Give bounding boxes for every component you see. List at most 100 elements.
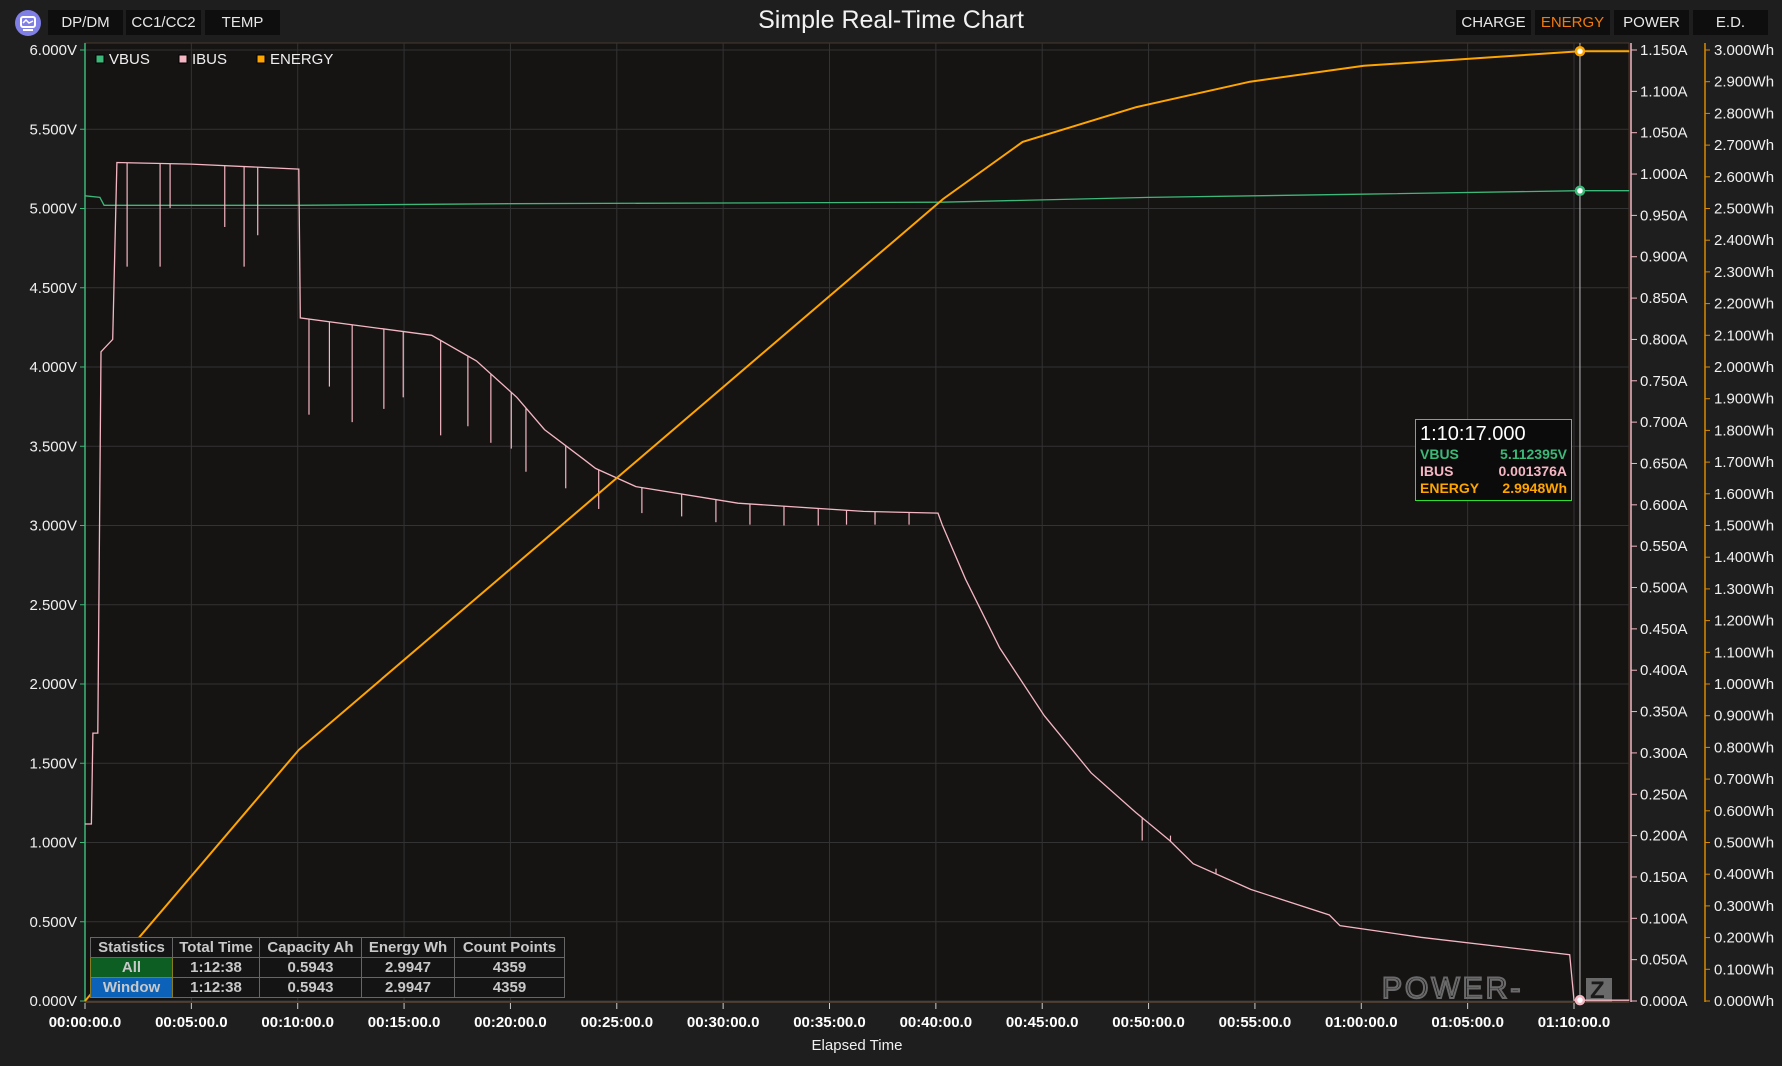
x-tick-label: 01:05:00.0 xyxy=(1431,1014,1504,1031)
y-tick-label: 3.000Wh xyxy=(1714,42,1774,59)
y-tick-label: 3.000V xyxy=(29,518,77,535)
y-tick-label: 2.600Wh xyxy=(1714,169,1774,186)
x-tick-label: 00:20:00.0 xyxy=(474,1014,547,1031)
y-tick-label: 0.250A xyxy=(1640,786,1688,803)
x-tick-label: 00:15:00.0 xyxy=(368,1014,441,1031)
x-tick-label: 00:00:00.0 xyxy=(49,1014,122,1031)
x-tick-label: 01:10:00.0 xyxy=(1538,1014,1611,1031)
stats-cell: 2.9947 xyxy=(361,957,455,978)
y-tick-label: 5.000V xyxy=(29,201,77,218)
tooltip-vbus-label: VBUS xyxy=(1420,446,1459,462)
y-tick-label: 0.300A xyxy=(1640,745,1688,762)
x-tick-label: 00:40:00.0 xyxy=(900,1014,973,1031)
y-tick-label: 2.700Wh xyxy=(1714,137,1774,154)
legend-swatch-energy xyxy=(256,54,266,64)
y-tick-label: 1.400Wh xyxy=(1714,549,1774,566)
tab-energy[interactable]: ENERGY xyxy=(1535,10,1610,35)
stats-cell: 2.9947 xyxy=(361,977,455,998)
stats-row-window: Window 1:12:38 0.5943 2.9947 4359 xyxy=(90,977,565,998)
y-tick-label: 0.000Wh xyxy=(1714,993,1774,1010)
y-tick-label: 0.700Wh xyxy=(1714,771,1774,788)
y-tick-label: 0.550A xyxy=(1640,538,1688,555)
x-tick-label: 00:05:00.0 xyxy=(155,1014,228,1031)
stats-cell: 4359 xyxy=(454,957,565,978)
y-tick-label: 1.200Wh xyxy=(1714,613,1774,630)
legend-label-vbus: VBUS xyxy=(109,51,150,68)
y-tick-label: 1.050A xyxy=(1640,125,1688,142)
real-time-chart[interactable]: 0.000V 0.500V 1.000V 1.500V 2.000V 2.500V 3.00… xyxy=(0,0,1782,1066)
stats-cell: 1:12:38 xyxy=(172,957,260,978)
y-tick-label: 0.950A xyxy=(1640,207,1688,224)
y-tick-label: 1.100Wh xyxy=(1714,644,1774,661)
y-tick-label: 2.900Wh xyxy=(1714,74,1774,91)
y-tick-label: 2.800Wh xyxy=(1714,105,1774,122)
stats-cell: 4359 xyxy=(454,977,565,998)
y-tick-label: 0.900A xyxy=(1640,249,1688,266)
y-tick-label: 0.650A xyxy=(1640,455,1688,472)
y-tick-label: 0.100A xyxy=(1640,910,1688,927)
stats-header: Statistics xyxy=(90,937,173,958)
y-tick-label: 0.500A xyxy=(1640,580,1688,597)
y-tick-label: 2.500Wh xyxy=(1714,201,1774,218)
y-tick-label: 0.500Wh xyxy=(1714,835,1774,852)
y-tick-label: 2.300Wh xyxy=(1714,264,1774,281)
y-tick-label: 0.800Wh xyxy=(1714,739,1774,756)
x-tick-label: 00:35:00.0 xyxy=(793,1014,866,1031)
stats-header: Count Points xyxy=(454,937,565,958)
x-tick-label: 00:30:00.0 xyxy=(687,1014,760,1031)
y-tick-label: 0.500V xyxy=(29,914,77,931)
stats-header: Total Time xyxy=(172,937,260,958)
y-tick-label: 1.600Wh xyxy=(1714,486,1774,503)
legend-label-ibus: IBUS xyxy=(192,51,227,68)
x-tick-label: 00:25:00.0 xyxy=(581,1014,654,1031)
tab-cc1-cc2[interactable]: CC1/CC2 xyxy=(126,10,201,35)
x-axis-label: Elapsed Time xyxy=(812,1037,903,1054)
y-tick-label: 0.300Wh xyxy=(1714,898,1774,915)
y-tick-label: 2.400Wh xyxy=(1714,232,1774,249)
tooltip-ibus-label: IBUS xyxy=(1420,463,1454,479)
y-tick-label: 1.500V xyxy=(29,755,77,772)
tab-power[interactable]: POWER xyxy=(1614,10,1689,35)
x-tick-label: 00:55:00.0 xyxy=(1219,1014,1292,1031)
stats-cell: 0.5943 xyxy=(259,977,362,998)
tab-ed[interactable]: E.D. xyxy=(1693,10,1768,35)
y-tick-label: 0.700A xyxy=(1640,414,1688,431)
y-tick-label: 0.600A xyxy=(1640,497,1688,514)
y-tick-label: 0.200Wh xyxy=(1714,930,1774,947)
y-tick-label: 1.700Wh xyxy=(1714,454,1774,471)
stats-cell[interactable]: Window xyxy=(90,977,173,998)
y-tick-label: 0.000A xyxy=(1640,993,1688,1010)
y-tick-label: 0.450A xyxy=(1640,621,1688,638)
y-tick-label: 3.500V xyxy=(29,438,77,455)
y-tick-label: 2.100Wh xyxy=(1714,327,1774,344)
tooltip-vbus-value: 5.112395V xyxy=(1500,446,1567,462)
tab-charge[interactable]: CHARGE xyxy=(1456,10,1531,35)
y-tick-label: 0.000V xyxy=(29,993,77,1010)
y-tick-label: 0.600Wh xyxy=(1714,803,1774,820)
statistics-table: Statistics Total Time Capacity Ah Energy… xyxy=(90,937,565,998)
y-tick-label: 6.000V xyxy=(29,42,77,59)
y-tick-label: 1.900Wh xyxy=(1714,391,1774,408)
y-tick-label: 0.200A xyxy=(1640,828,1688,845)
legend-swatch-ibus xyxy=(178,54,188,64)
app-logo-icon[interactable] xyxy=(15,10,41,36)
y-tick-label: 2.000Wh xyxy=(1714,359,1774,376)
legend-swatch-vbus xyxy=(95,54,105,64)
tab-dp-dm[interactable]: DP/DM xyxy=(48,10,123,35)
y-tick-label: 1.500Wh xyxy=(1714,518,1774,535)
y-tick-label: 1.000Wh xyxy=(1714,676,1774,693)
y-tick-label: 1.100A xyxy=(1640,83,1688,100)
tab-temp[interactable]: TEMP xyxy=(205,10,280,35)
y-tick-label: 0.850A xyxy=(1640,290,1688,307)
y-tick-label: 1.000A xyxy=(1640,166,1688,183)
y-tick-label: 0.900Wh xyxy=(1714,708,1774,725)
power-z-watermark: POWER- xyxy=(1382,972,1523,1005)
stats-cell[interactable]: All xyxy=(90,957,173,978)
y-tick-label: 0.750A xyxy=(1640,373,1688,390)
stats-cell: 1:12:38 xyxy=(172,977,260,998)
tooltip-energy-value: 2.9948Wh xyxy=(1502,480,1567,496)
y-tick-label: 1.800Wh xyxy=(1714,422,1774,439)
y-tick-label: 2.200Wh xyxy=(1714,296,1774,313)
stats-cell: 0.5943 xyxy=(259,957,362,978)
cursor-marker-vbus xyxy=(1574,185,1586,196)
